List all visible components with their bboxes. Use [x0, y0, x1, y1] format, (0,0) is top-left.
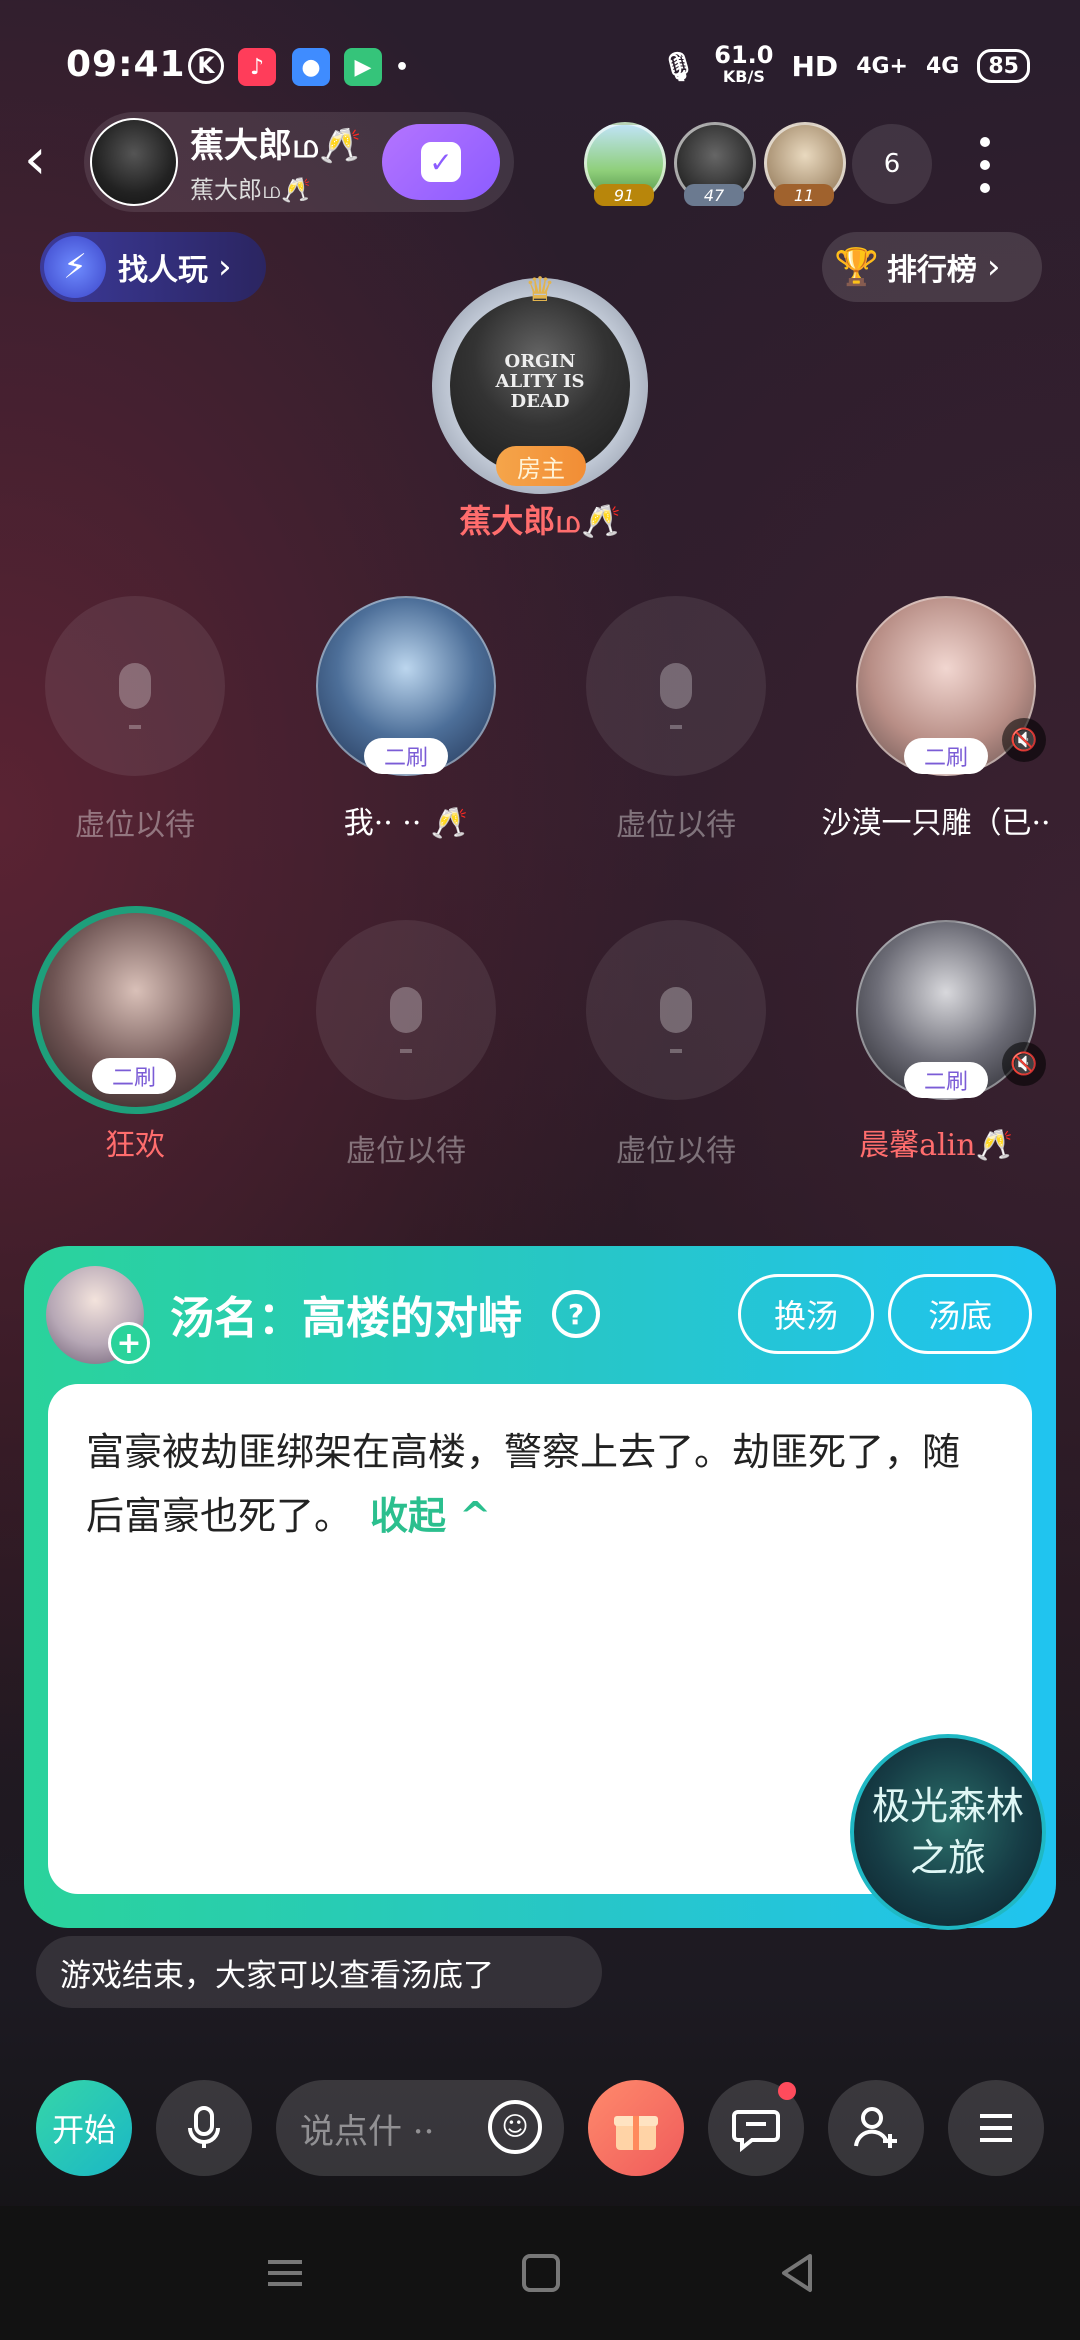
hamburger-icon	[980, 2114, 1012, 2142]
room-avatar[interactable]	[90, 118, 178, 206]
check-icon: ✓	[421, 142, 461, 182]
seat-7[interactable]	[586, 920, 766, 1100]
chevron-right-icon: ›	[986, 247, 1001, 287]
trophy-icon: 🏆	[834, 247, 879, 288]
leaderboard-label: 排行榜	[886, 253, 977, 288]
seat-3-label: 虚位以待	[616, 808, 736, 843]
notification-dot	[778, 2082, 796, 2100]
seat-2-tag: 二刷	[364, 738, 448, 774]
mic-status-icon: 🎙	[660, 49, 697, 83]
seat-8-label: 晨馨alin🥂	[859, 1128, 1013, 1163]
soup-title: 汤名：高楼的对峙	[170, 1293, 522, 1344]
host-hoodie-text: ORGIN ALITY IS DEAD	[495, 351, 585, 412]
seat-2-label: 我·· ·· 🥂	[343, 806, 469, 841]
status-right: 🎙 61.0 KB/S HD 4G+ 4G 85	[660, 41, 1030, 88]
k-app-icon: K	[188, 48, 224, 84]
tiktok-icon: ♪	[238, 48, 276, 86]
muted-icon: 🔇	[1002, 1042, 1046, 1086]
recent-apps-icon[interactable]	[262, 2250, 308, 2296]
more-notifications-dot: •	[394, 54, 410, 80]
find-players-label: 找人玩	[118, 253, 208, 288]
seat-6[interactable]	[316, 920, 496, 1100]
signal-1: 4G+	[856, 53, 908, 79]
net-speed: 61.0 KB/S	[714, 41, 774, 88]
leaderboard-button[interactable]: 🏆 排行榜 ›	[822, 232, 1042, 302]
mic-icon	[390, 987, 422, 1053]
plus-icon[interactable]: +	[108, 1322, 150, 1364]
audience-badge-1: 91	[594, 184, 654, 206]
soup-content: 富豪被劫匪绑架在高楼，警察上去了。劫匪死了，随后富豪也死了。 收起 ^	[86, 1420, 986, 1548]
seat-5-label: 狂欢	[105, 1128, 165, 1163]
host-badge: 房主	[496, 446, 586, 486]
change-soup-button[interactable]: 换汤	[738, 1274, 874, 1354]
gift-icon	[614, 2116, 658, 2150]
net-speed-value: 61.0	[714, 41, 774, 69]
seat-3[interactable]	[586, 596, 766, 776]
back-button[interactable]: ‹	[24, 130, 74, 190]
menu-button[interactable]	[948, 2080, 1044, 2176]
soup-bottom-button[interactable]: 汤底	[888, 1274, 1032, 1354]
start-button[interactable]: 开始	[36, 2080, 132, 2176]
aurora-forest-badge[interactable]: 极光森林之旅	[850, 1734, 1046, 1930]
gift-button[interactable]	[588, 2080, 684, 2176]
find-players-button[interactable]: ⚡ 找人玩 ›	[40, 232, 266, 302]
status-bar: 09:41 K ♪ ● ▶ • 🎙 61.0 KB/S HD 4G+ 4G 85	[0, 0, 1080, 120]
signal-2: 4G	[926, 53, 960, 79]
seat-5-tag: 二刷	[92, 1058, 176, 1094]
seat-6-label: 虚位以待	[346, 1134, 466, 1169]
help-icon[interactable]: ?	[552, 1290, 600, 1338]
collapse-button[interactable]: 收起 ^	[370, 1493, 491, 1538]
battery-icon: 85	[977, 49, 1030, 83]
system-message: 游戏结束，大家可以查看汤底了	[36, 1936, 602, 2008]
hd-label: HD	[791, 49, 839, 83]
crown-icon: ♛	[524, 270, 556, 310]
play-icon: ▶	[344, 48, 382, 86]
voice-button[interactable]	[156, 2080, 252, 2176]
status-time: 09:41	[66, 44, 186, 85]
chevron-right-icon: ›	[218, 247, 232, 287]
audience-badge-2: 47	[684, 184, 744, 206]
muted-icon: 🔇	[1002, 718, 1046, 762]
host-name: 蕉大郎ம🥂	[459, 502, 621, 540]
seat-7-label: 虚位以待	[616, 1134, 736, 1169]
mic-icon	[119, 663, 151, 729]
more-menu-icon[interactable]	[970, 130, 1000, 200]
seat-4-tag: 二刷	[904, 738, 988, 774]
online-count[interactable]: 6	[852, 124, 932, 204]
checkin-button[interactable]: ✓	[382, 124, 500, 200]
emoji-icon[interactable]: ☺	[488, 2100, 542, 2154]
audience-badge-3: 11	[774, 184, 834, 206]
soup-content-text: 富豪被劫匪绑架在高楼，警察上去了。劫匪死了，随后富豪也死了。	[86, 1430, 961, 1538]
seat-1-label: 虚位以待	[75, 808, 195, 843]
home-icon[interactable]	[518, 2250, 564, 2296]
chat-bubble-icon	[732, 2110, 780, 2153]
room-name: 蕉大郎ம🥂	[190, 126, 362, 166]
mic-icon	[188, 2106, 220, 2148]
add-friend-button[interactable]	[828, 2080, 924, 2176]
mic-icon	[660, 987, 692, 1053]
seat-4-label: 沙漠一只雕（已··	[821, 806, 1051, 841]
add-user-icon	[854, 2107, 897, 2148]
seat-1[interactable]	[45, 596, 225, 776]
lightning-icon: ⚡	[44, 236, 106, 298]
back-nav-icon[interactable]	[774, 2250, 820, 2296]
app-icon-blue: ●	[292, 48, 330, 86]
mic-icon	[660, 663, 692, 729]
net-speed-unit: KB/S	[722, 67, 765, 86]
seat-8-tag: 二刷	[904, 1062, 988, 1098]
room-subtitle: 蕉大郎ம🥂	[190, 176, 312, 204]
